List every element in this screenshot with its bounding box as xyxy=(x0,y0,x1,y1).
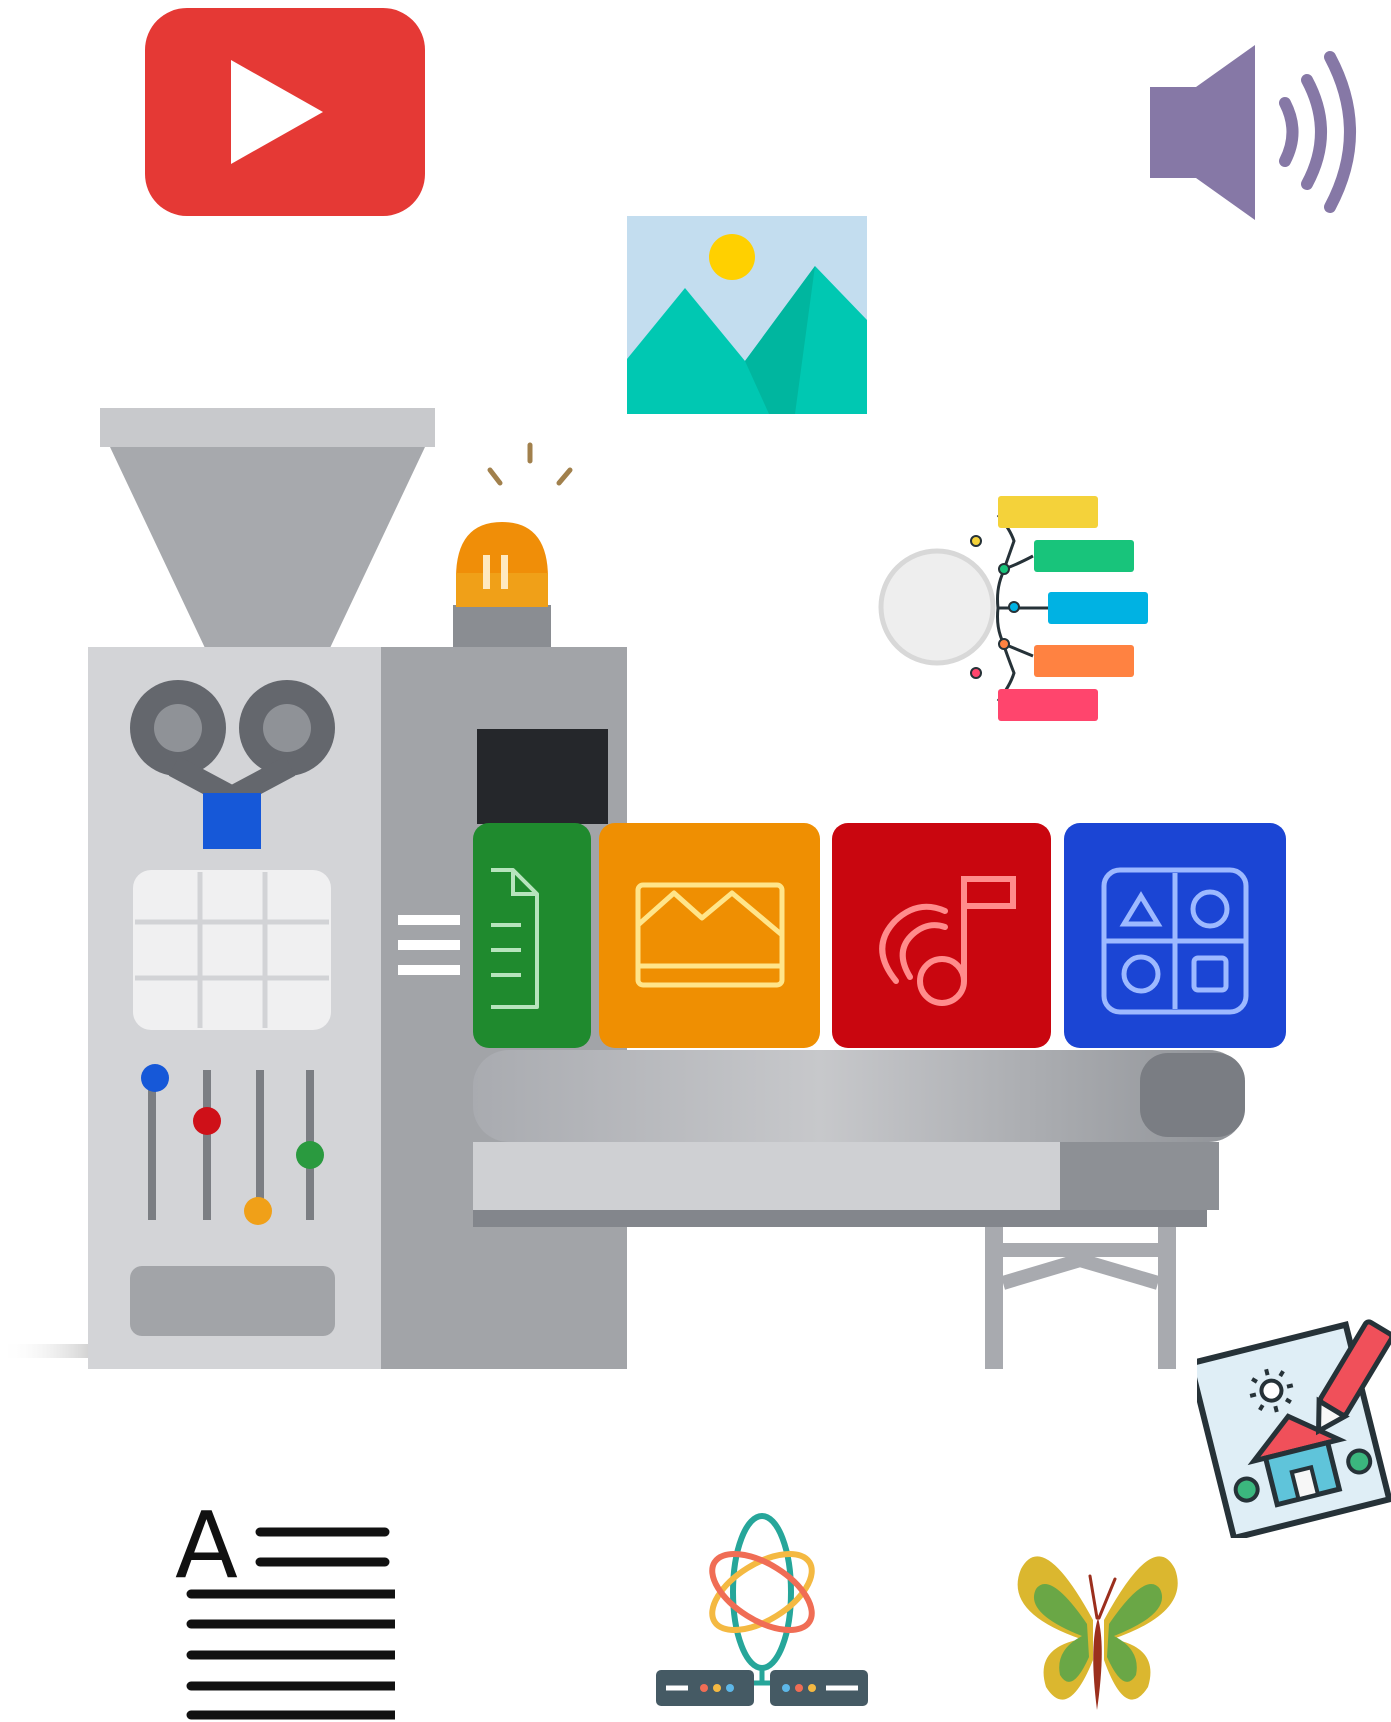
drawing-icon xyxy=(1197,1300,1391,1538)
network-icon xyxy=(654,1512,870,1712)
shapes-box-icon xyxy=(1064,823,1286,1048)
image-box-icon xyxy=(599,823,820,1048)
music-box-icon xyxy=(832,823,1051,1048)
butterfly-icon xyxy=(1015,1556,1180,1722)
speaker-icon xyxy=(1150,45,1375,220)
document-box-icon xyxy=(473,823,593,1048)
image-icon xyxy=(627,216,867,414)
video-play-icon xyxy=(145,8,425,216)
content-machine-illustration: A xyxy=(0,0,1391,1722)
text-document-icon: A xyxy=(175,1500,395,1722)
text-letter-a: A xyxy=(175,1492,238,1599)
